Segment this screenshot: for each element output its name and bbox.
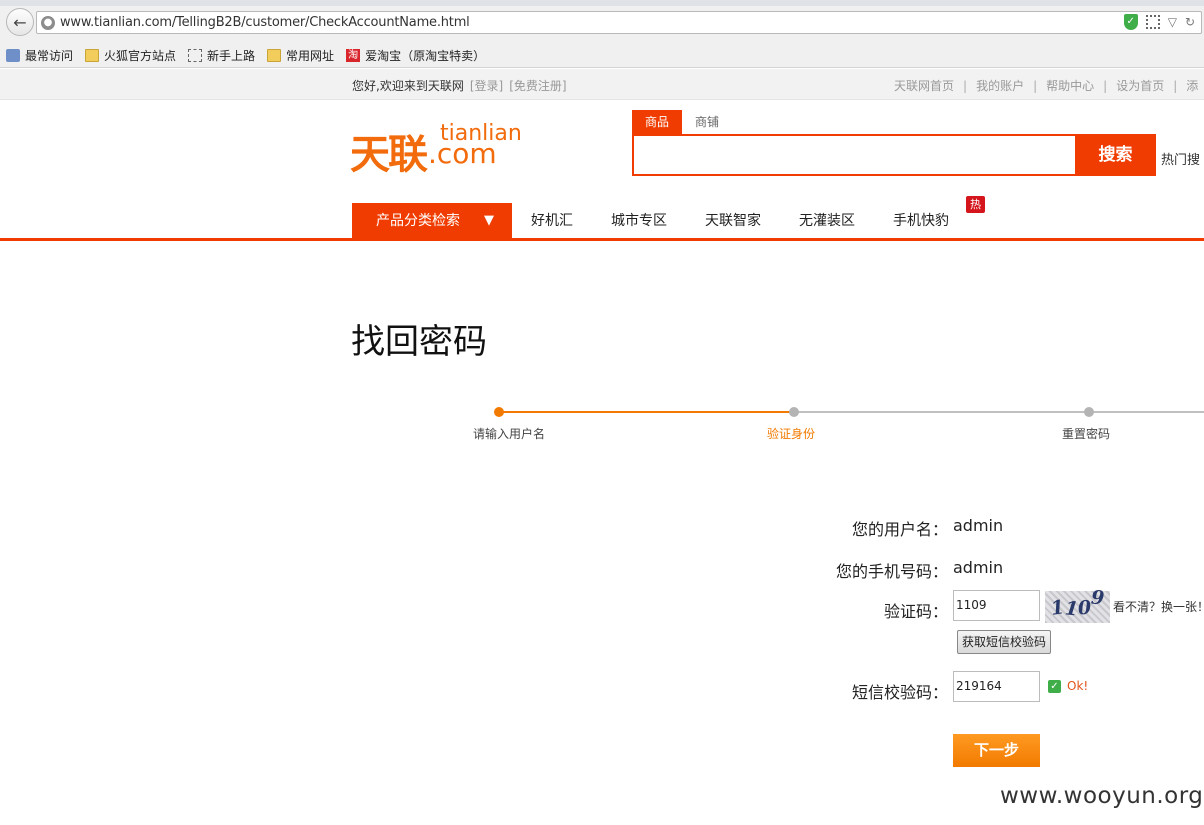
step-dot-2 (789, 407, 799, 417)
search-tab-shops[interactable]: 商铺 (682, 110, 732, 134)
progress-line-todo (794, 411, 1204, 413)
nav-item-haojihui[interactable]: 好机汇 (512, 203, 592, 239)
captcha-input[interactable]: 1109 (953, 590, 1040, 621)
folder-icon (85, 48, 100, 62)
step-label-1: 请输入用户名 (473, 427, 546, 441)
username-value: admin (953, 516, 1004, 535)
nav-item-wuguan[interactable]: 无灌装区 (780, 203, 874, 239)
top-link-set-home[interactable]: 设为首页 (1116, 79, 1164, 93)
nav-item-mobile[interactable]: 手机快豹 (874, 203, 968, 239)
step-dot-1 (494, 407, 504, 417)
top-links: 天联网首页 | 我的账户 | 帮助中心 | 设为首页 | 添 (894, 77, 1198, 94)
tab-strip (0, 0, 1204, 6)
category-dropdown-button[interactable]: 产品分类检索 ▼ (352, 203, 512, 239)
top-link-home[interactable]: 天联网首页 (894, 79, 954, 93)
ok-text: Ok! (1067, 679, 1089, 693)
url-text: www.tianlian.com/TellingB2B/customer/Che… (60, 15, 470, 30)
get-sms-code-button[interactable]: 获取短信校验码 (957, 630, 1051, 654)
bookmark-most-visited[interactable]: 最常访问 (6, 47, 73, 64)
shield-icon[interactable]: ✓ (1123, 14, 1138, 30)
triangle-down-icon: ▼ (484, 213, 494, 228)
search-tab-products[interactable]: 商品 (632, 110, 682, 134)
login-link[interactable]: [登录] (470, 79, 503, 93)
hot-search-label: 热门搜 (1161, 153, 1201, 168)
bookmark-common-sites[interactable]: 常用网址 (267, 47, 334, 64)
url-icons: ✓ ▽ ↻ (1123, 14, 1195, 30)
separator: | (1173, 79, 1178, 93)
sms-code-input[interactable]: 219164 (953, 671, 1040, 702)
captcha-refresh-link[interactable]: 看不清？换一张！ (1113, 598, 1204, 615)
nav-item-city[interactable]: 城市专区 (592, 203, 686, 239)
step-dot-3 (1084, 407, 1094, 417)
back-button[interactable]: ← (6, 8, 34, 36)
bookmark-getting-started[interactable]: 新手上路 (188, 47, 255, 64)
captcha-image[interactable]: 1 1 0 9 (1045, 587, 1110, 623)
logo-en: tianlian .com (428, 121, 522, 170)
register-link[interactable]: [免费注册] (509, 79, 566, 93)
watermark: www.wooyun.org (1000, 783, 1204, 809)
sms-code-label: 短信校验码： (851, 683, 948, 702)
step-label-3: 重置密码 (1062, 427, 1111, 441)
dropdown-triangle-icon[interactable]: ▽ (1168, 15, 1177, 29)
separator: | (963, 79, 968, 93)
search-input[interactable] (632, 134, 1076, 176)
step-label-2: 验证身份 (767, 427, 816, 441)
captcha-digit: 9 (1090, 586, 1105, 610)
captcha-label: 验证码： (883, 602, 948, 621)
username-label: 您的用户名： (851, 520, 948, 539)
bookmark-aitaobao[interactable]: 淘爱淘宝（原淘宝特卖） (346, 47, 485, 64)
top-link-account[interactable]: 我的账户 (976, 79, 1024, 93)
page-title: 找回密码 (351, 322, 487, 362)
address-bar[interactable]: ● www.tianlian.com/TellingB2B/customer/C… (36, 11, 1202, 34)
dashed-box-icon (188, 48, 203, 62)
back-arrow-icon: ← (13, 12, 27, 32)
top-link-add[interactable]: 添 (1186, 79, 1198, 93)
bookmark-star-icon (6, 48, 20, 62)
progress-line-done (499, 411, 794, 413)
browser-toolbar: ← ● www.tianlian.com/TellingB2B/customer… (0, 0, 1204, 68)
next-step-button[interactable]: 下一步 (953, 734, 1040, 767)
phone-value: admin (953, 558, 1004, 577)
site-topbar: 您好,欢迎来到天联网 [登录] [免费注册] 天联网首页 | 我的账户 | 帮助中心 | 设为首… (0, 69, 1204, 100)
bookmark-firefox-site[interactable]: 火狐官方站点 (85, 47, 176, 64)
globe-icon: ● (41, 16, 55, 30)
check-icon: ✓ (1048, 679, 1061, 693)
reload-icon[interactable]: ↻ (1185, 15, 1195, 29)
welcome-text: 您好,欢迎来到天联网 [登录] [免费注册] (352, 79, 567, 93)
logo-cn: 天联 (350, 132, 428, 178)
separator: | (1103, 79, 1108, 93)
taobao-icon: 淘 (346, 48, 361, 62)
folder-icon (267, 48, 282, 62)
progress-steps: 请输入用户名 验证身份 重置密码 (0, 402, 1204, 442)
main-nav: 好机汇 城市专区 天联智家 无灌装区 手机快豹 (512, 203, 968, 239)
qr-code-icon[interactable] (1145, 15, 1160, 29)
search-tabs: 商品 商铺 (632, 110, 732, 134)
separator: | (1033, 79, 1038, 93)
hot-badge: 热 (966, 196, 985, 213)
nav-item-smart-home[interactable]: 天联智家 (686, 203, 780, 239)
top-link-help[interactable]: 帮助中心 (1046, 79, 1094, 93)
bookmarks-bar: 最常访问 火狐官方站点 新手上路 常用网址 淘爱淘宝（原淘宝特卖） (0, 44, 491, 66)
nav-divider (0, 238, 1204, 241)
sms-ok-indicator: ✓ Ok! (1048, 679, 1088, 693)
search-button[interactable]: 搜索 (1075, 134, 1156, 176)
site-logo[interactable]: 天联 tianlian .com (350, 121, 522, 179)
phone-label: 您的手机号码： (835, 562, 948, 581)
